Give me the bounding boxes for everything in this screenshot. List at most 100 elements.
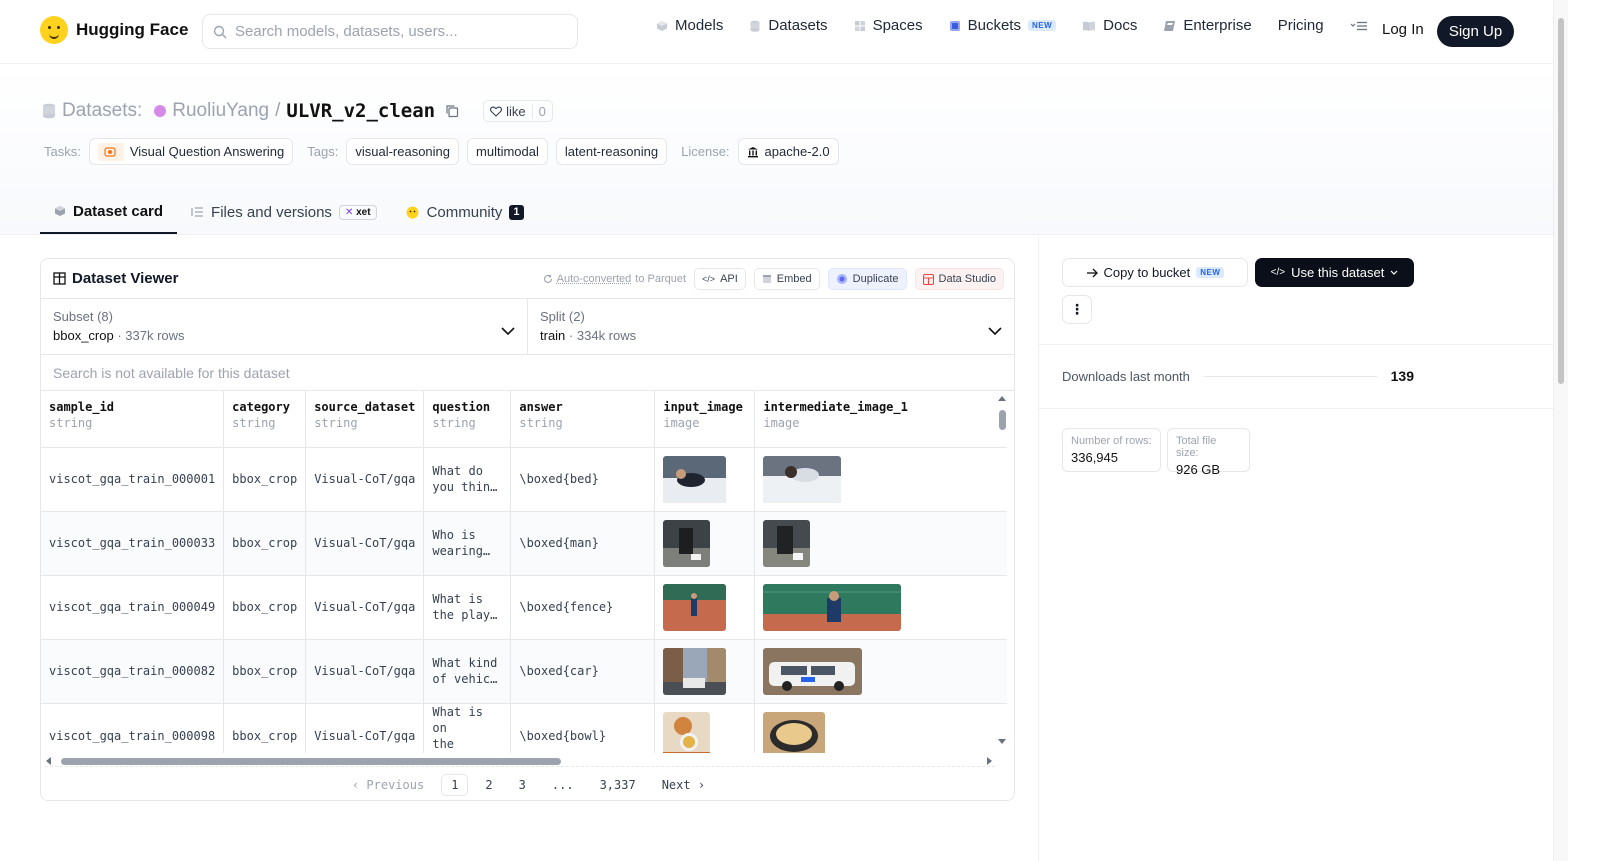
vertical-scrollbar[interactable] — [998, 395, 1006, 745]
nav-spaces-label: Spaces — [872, 17, 923, 34]
cell-input-image — [654, 511, 756, 576]
scroll-left-arrow-icon[interactable] — [45, 757, 51, 765]
column-header-question[interactable]: question string — [423, 391, 512, 448]
viewer-table-container[interactable]: sample_id string category string source_da… — [41, 391, 1014, 753]
nav-pricing[interactable]: Pricing — [1278, 17, 1324, 34]
nav-buckets[interactable]: Buckets NEW — [949, 17, 1057, 34]
input-image-thumbnail[interactable] — [663, 583, 727, 631]
global-search[interactable] — [202, 14, 578, 49]
tag-visual-reasoning[interactable]: visual-reasoning — [346, 138, 460, 165]
data-studio-button[interactable]: Data Studio — [914, 268, 1004, 290]
nav-datasets-label: Datasets — [768, 17, 828, 34]
input-image-thumbnail[interactable] — [663, 455, 727, 503]
login-link[interactable]: Log In — [1382, 21, 1424, 38]
last-page-button[interactable]: 3,337 — [591, 774, 645, 796]
scroll-down-arrow-icon[interactable] — [998, 739, 1006, 745]
nav-more-menu[interactable] — [1350, 21, 1368, 31]
embed-button[interactable]: Embed — [753, 268, 820, 290]
table-icon — [53, 272, 66, 285]
nav-models[interactable]: Models — [656, 17, 723, 34]
repo-owner-link[interactable]: RuoliuYang — [172, 100, 269, 122]
next-page-button[interactable]: Next › — [653, 774, 714, 796]
cell-question: What is the play… — [423, 575, 512, 640]
auto-converted-note[interactable]: Auto-converted to Parquet — [543, 273, 686, 285]
scroll-up-arrow-icon[interactable] — [998, 395, 1006, 401]
enterprise-icon — [1164, 20, 1176, 31]
nav-enterprise[interactable]: Enterprise — [1163, 17, 1252, 34]
api-button[interactable]: </> API — [694, 268, 746, 290]
signup-button[interactable]: Sign Up — [1437, 16, 1514, 47]
tab-files-and-versions[interactable]: Files and versions ✕ xet — [177, 190, 391, 234]
intermediate-image-thumbnail[interactable] — [763, 583, 902, 631]
scroll-right-arrow-icon[interactable] — [987, 757, 993, 765]
subset-value: bbox_crop — [53, 328, 114, 343]
intermediate-image-thumbnail[interactable] — [763, 455, 842, 503]
column-header-input-image[interactable]: input_image image — [654, 391, 756, 448]
nav-spaces[interactable]: Spaces — [854, 17, 923, 34]
column-type: string — [432, 416, 476, 430]
page-scrollbar-thumb[interactable] — [1558, 18, 1564, 384]
input-image-thumbnail[interactable] — [663, 519, 711, 567]
vertical-scrollbar-thumb[interactable] — [999, 410, 1006, 430]
auto-converted-link[interactable]: Auto-converted — [557, 273, 632, 285]
table-row[interactable]: viscot_gqa_train_000049 bbox_crop Visual… — [41, 575, 1007, 640]
table-row[interactable]: viscot_gqa_train_000082 bbox_crop Visual… — [41, 639, 1007, 704]
intermediate-image-thumbnail[interactable] — [763, 647, 863, 695]
page-2-button[interactable]: 2 — [476, 774, 501, 796]
column-header-answer[interactable]: answer string — [510, 391, 656, 448]
table-row[interactable]: viscot_gqa_train_000033 bbox_crop Visual… — [41, 511, 1007, 576]
like-label: like — [506, 103, 526, 119]
license-value: apache-2.0 — [764, 144, 830, 159]
previous-page-button[interactable]: ‹ Previous — [343, 774, 433, 796]
nav-docs[interactable]: Docs — [1082, 17, 1137, 34]
cell-sample-id: viscot_gqa_train_000001 — [41, 447, 225, 512]
task-tag[interactable]: Visual Question Answering — [88, 138, 294, 165]
dataset-viewer: Dataset Viewer Auto-converted to Parquet… — [40, 258, 1015, 801]
viewer-header: Dataset Viewer Auto-converted to Parquet… — [41, 259, 1014, 299]
column-header-source-dataset[interactable]: source_dataset string — [305, 391, 425, 448]
column-header-category[interactable]: category string — [223, 391, 307, 448]
intermediate-image-thumbnail[interactable] — [763, 712, 826, 753]
copy-icon[interactable] — [445, 104, 459, 118]
table-row[interactable]: viscot_gqa_train_000098 bbox_crop Visual… — [41, 703, 1007, 753]
tag-multimodal[interactable]: multimodal — [467, 138, 548, 165]
chevron-down-icon — [1390, 270, 1398, 275]
page-scrollbar[interactable] — [1553, 0, 1568, 861]
input-image-thumbnail[interactable] — [663, 647, 727, 695]
horizontal-scrollbar[interactable] — [45, 755, 995, 767]
nav-pricing-label: Pricing — [1277, 17, 1324, 34]
brand-link[interactable]: Hugging Face — [40, 16, 188, 44]
like-button[interactable]: like 0 — [483, 100, 553, 122]
license-tag[interactable]: apache-2.0 — [737, 138, 839, 165]
table-row[interactable]: viscot_gqa_train_000001 bbox_crop Visual… — [41, 447, 1007, 512]
split-select[interactable]: Split (2) train · 334k rows — [527, 299, 1014, 354]
column-name: question — [432, 400, 491, 414]
nav-datasets[interactable]: Datasets — [749, 17, 828, 34]
tab-community-label: Community — [426, 203, 503, 221]
like-count: 0 — [531, 103, 552, 119]
tab-community[interactable]: Community 1 — [391, 190, 538, 234]
owner-avatar[interactable] — [154, 105, 167, 117]
page-1-button[interactable]: 1 — [441, 774, 469, 796]
tag-latent-reasoning[interactable]: latent-reasoning — [555, 138, 668, 165]
cell-source-dataset: Visual-CoT/gqa — [305, 639, 425, 704]
subset-select[interactable]: Subset (8) bbox_crop · 337k rows — [41, 299, 527, 354]
repo-name-link[interactable]: ULVR_v2_clean — [286, 100, 435, 122]
use-this-dataset-button[interactable]: </> Use this dataset — [1255, 258, 1414, 287]
horizontal-scrollbar-thumb[interactable] — [61, 758, 561, 765]
column-header-sample-id[interactable]: sample_id string — [41, 391, 225, 448]
new-badge: NEW — [1027, 20, 1057, 31]
dataset-card-icon — [55, 206, 65, 216]
page-3-button[interactable]: 3 — [510, 774, 535, 796]
search-input[interactable] — [235, 23, 555, 40]
duplicate-button[interactable]: Duplicate — [827, 268, 907, 290]
repo-tags-row: Tasks: Visual Question Answering Tags: v… — [44, 138, 847, 165]
more-options-button[interactable]: ⋮ — [1062, 295, 1092, 324]
column-header-intermediate-image-1[interactable]: intermediate_image_1 image — [754, 391, 1007, 448]
cell-intermediate-image — [754, 511, 1007, 576]
intermediate-image-thumbnail[interactable] — [763, 519, 811, 567]
viewer-search-note: Search is not available for this dataset — [41, 355, 1014, 391]
input-image-thumbnail[interactable] — [663, 712, 711, 753]
tab-dataset-card[interactable]: Dataset card — [40, 190, 178, 234]
copy-to-bucket-button[interactable]: Copy to bucket NEW — [1062, 258, 1248, 287]
